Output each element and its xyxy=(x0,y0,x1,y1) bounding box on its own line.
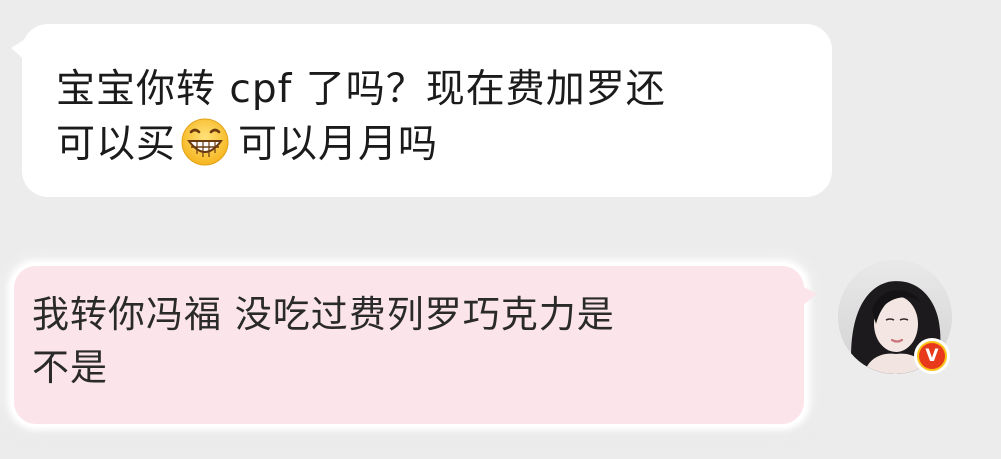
incoming-message-bubble[interactable]: 宝宝你转 cpf 了吗？现在费加罗还 可以买 可以月月吗 xyxy=(11,24,832,197)
message-fragment: 可以买 xyxy=(56,122,177,167)
outgoing-message-text: 我转你冯福 没吃过费列罗巧克力是 不是 xyxy=(32,288,784,394)
message-line: 我转你冯福 没吃过费列罗巧克力是 xyxy=(32,293,615,336)
badge-glyph: V xyxy=(919,343,945,369)
chat-thread: 宝宝你转 cpf 了吗？现在费加罗还 可以买 可以月月吗 我转你冯福 没吃过费列… xyxy=(0,0,1001,459)
bubble-tail xyxy=(11,38,27,62)
message-line: 可以买 可以月月吗 xyxy=(56,117,792,172)
grinning-face-icon xyxy=(180,117,230,167)
verified-badge-icon: V xyxy=(914,338,950,374)
bubble-tail xyxy=(802,286,817,306)
incoming-message-text: 宝宝你转 cpf 了吗？现在费加罗还 可以买 可以月月吗 xyxy=(56,62,792,172)
message-fragment: 可以月月吗 xyxy=(238,122,439,167)
outgoing-message-bubble[interactable]: 我转你冯福 没吃过费列罗巧克力是 不是 xyxy=(14,266,817,424)
message-line: 宝宝你转 cpf 了吗？现在费加罗还 xyxy=(56,67,666,112)
message-line: 不是 xyxy=(32,346,108,389)
